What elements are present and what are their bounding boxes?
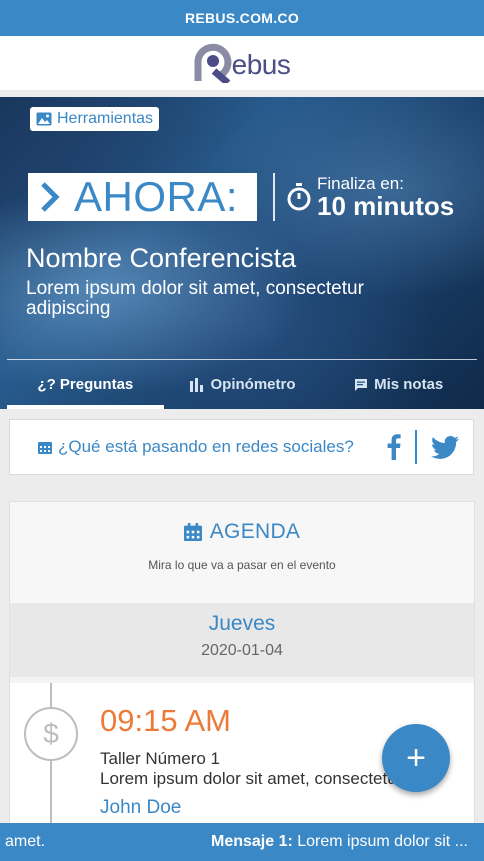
tab-questions-label: ¿? Preguntas	[37, 376, 134, 393]
plus-icon: +	[406, 738, 426, 777]
dollar-icon: $	[24, 707, 78, 761]
social-divider	[415, 430, 417, 464]
now-hero: Herramientas AHORA: Finaliza en: 10 minu…	[0, 97, 484, 409]
ticker-message: Lorem ipsum dolor sit ...	[292, 833, 468, 850]
message-ticker: amet. Mensaje 1: Lorem ipsum dolor sit .…	[0, 823, 484, 861]
day-date: 2020-01-04	[201, 642, 283, 659]
rebus-logo[interactable]: ebus	[194, 43, 291, 83]
tab-notes-label: Mis notas	[374, 376, 444, 393]
agenda-subtitle: Mira lo que va a pasar en el evento	[148, 558, 336, 572]
tab-opinion-label: Opinómetro	[210, 376, 296, 393]
day-header[interactable]: Jueves 2020-01-04	[10, 603, 474, 677]
event-time: 09:15 AM	[100, 703, 231, 738]
agenda-header: AGENDA Mira lo que va a pasar en el even…	[10, 502, 474, 603]
add-fab-button[interactable]: +	[382, 724, 450, 792]
now-badge: AHORA:	[28, 173, 257, 221]
now-row: AHORA: Finaliza en: 10 minutos	[28, 173, 464, 221]
social-bar: ¿Qué está pasando en redes sociales?	[9, 419, 474, 475]
ticker-prefix: Mensaje 1:	[211, 833, 293, 850]
tools-button[interactable]: Herramientas	[30, 107, 160, 131]
ticker-current: Mensaje 1: Lorem ipsum dolor sit ...	[211, 833, 468, 851]
tools-label: Herramientas	[57, 110, 154, 127]
logo-text: ebus	[231, 49, 291, 80]
logo-bar: ebus	[0, 36, 484, 90]
hero-tabs: ¿? Preguntas Opinómetro Mis notas	[7, 359, 477, 409]
now-label: AHORA:	[74, 173, 239, 220]
event-title: Taller Número 1	[100, 749, 220, 768]
day-name: Jueves	[208, 612, 276, 635]
countdown: Finaliza en: 10 minutos	[287, 175, 454, 220]
chevron-right-icon	[41, 182, 60, 212]
timer-value: 10 minutos	[317, 190, 455, 221]
tab-opinion-meter[interactable]: Opinómetro	[164, 360, 321, 409]
site-banner: REBUS.COM.CO	[0, 0, 484, 36]
facebook-icon[interactable]	[387, 434, 401, 460]
social-link[interactable]: ¿Qué está pasando en redes sociales?	[58, 437, 387, 457]
comment-icon	[355, 379, 368, 391]
calendar-icon	[38, 442, 52, 454]
social-icons	[387, 430, 459, 464]
agenda-title-text: AGENDA	[209, 520, 301, 543]
image-icon	[36, 112, 52, 126]
event-speaker-link[interactable]: John Doe	[100, 797, 181, 819]
tab-my-notes[interactable]: Mis notas	[320, 360, 477, 409]
speaker-name: Nombre Conferencista	[26, 243, 297, 273]
timer-label: Finaliza en:	[317, 173, 404, 193]
site-url: REBUS.COM.CO	[184, 10, 300, 26]
speaker-description: Lorem ipsum dolor sit amet, consectetur …	[26, 278, 364, 319]
event-description: Lorem ipsum dolor sit amet, consectetur	[100, 769, 400, 788]
tab-questions[interactable]: ¿? Preguntas	[7, 360, 164, 409]
ticker-previous: amet.	[5, 833, 46, 850]
twitter-icon[interactable]	[431, 435, 459, 459]
calendar-icon	[183, 523, 202, 541]
agenda-title: AGENDA	[10, 520, 474, 544]
stopwatch-icon	[287, 183, 311, 211]
divider	[273, 173, 275, 221]
logo-mark-icon	[194, 43, 232, 83]
bar-chart-icon	[189, 377, 203, 392]
